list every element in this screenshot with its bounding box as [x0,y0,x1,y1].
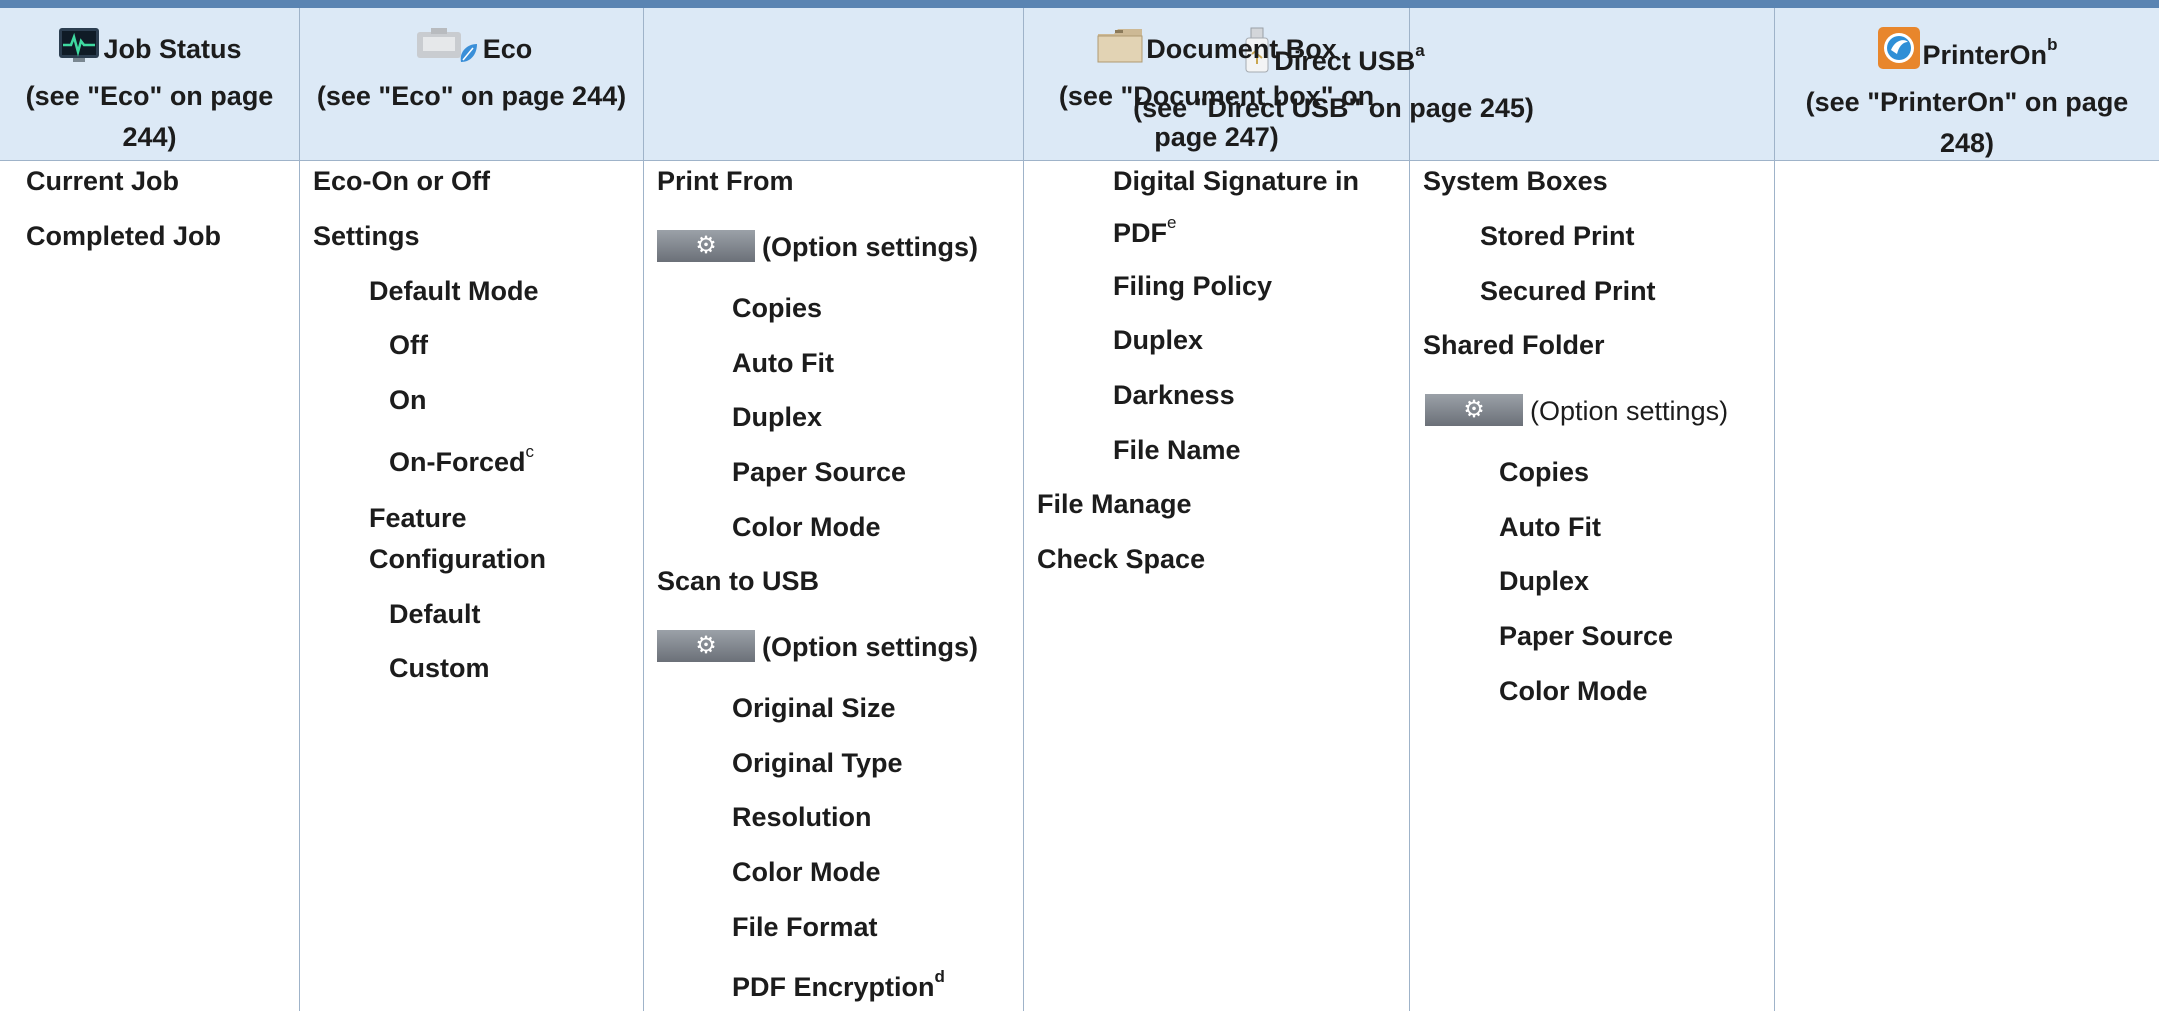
usb-darkness: Darkness [1113,380,1235,410]
usb-print-auto-fit: Auto Fit [732,348,834,378]
eco-mode-on: On [389,385,427,415]
usb-print-paper-source: Paper Source [732,457,907,487]
gear-settings-icon [657,230,755,262]
docbox-color-mode: Color Mode [1499,676,1648,706]
on-forced-footnote: c [525,442,535,461]
usb-scan-color-mode: Color Mode [732,857,881,887]
docbox-stored-print: Stored Print [1480,221,1635,251]
job-completed: Completed Job [26,221,222,251]
eco-title: Eco [482,34,533,64]
eco-mode-off: Off [389,330,428,360]
printeron-title: PrinterOn [1922,40,2048,70]
docbox-duplex: Duplex [1499,566,1590,596]
job-status-ref: (see "Eco" on page 244) [25,81,274,152]
eco-settings: Settings [313,221,420,251]
usb-digital-signature: Digital Signature in [1113,166,1360,196]
eco-on-off: Eco-On or Off [313,166,490,196]
document-box-title: Document Box [1146,34,1337,64]
header-eco: Eco (see "Eco" on page 244) [300,8,643,160]
eco-config-default: Default [389,599,481,629]
header-printeron: PrinterOnb (see "PrinterOn" on page 248) [1775,8,2159,160]
usb-scan-original-type: Original Type [732,748,903,778]
docbox-shared-folder: Shared Folder [1423,330,1605,360]
usb-scan-resolution: Resolution [732,802,872,832]
eco-config-custom: Custom [389,653,490,683]
usb-digital-signature-pdf: PDFe [1113,213,1177,248]
printeron-logo-icon [1877,26,1921,82]
eco-default-mode: Default Mode [369,276,539,306]
job-status-monitor-icon [57,26,101,76]
eco-feature: Feature [369,503,467,533]
usb-print-copies: Copies [732,293,823,323]
digital-signature-footnote: e [1167,213,1177,232]
usb-print-from: Print From [657,166,794,196]
docbox-option-settings: (Option settings) [1425,394,1728,428]
printeron-footnote: b [2047,35,2058,54]
top-rule [0,0,2159,8]
docbox-auto-fit: Auto Fit [1499,512,1601,542]
docbox-secured-print: Secured Print [1480,276,1656,306]
usb-print-duplex: Duplex [732,402,823,432]
usb-print-color-mode: Color Mode [732,512,881,542]
eco-ref: (see "Eco" on page 244) [316,81,627,111]
usb-print-option-settings: (Option settings) [657,230,978,264]
printeron-ref: (see "PrinterOn" on page 248) [1805,87,2129,158]
gear-settings-icon [1425,394,1523,426]
header-document-box: Document Box (see "Document box" on page… [1024,8,1409,160]
usb-duplex: Duplex [1113,325,1204,355]
job-status-title: Job Status [103,34,242,64]
gear-settings-icon [657,630,755,662]
usb-filing-policy: Filing Policy [1113,271,1273,301]
eco-configuration: Configuration [369,544,546,574]
usb-check-space: Check Space [1037,544,1206,574]
docbox-copies: Copies [1499,457,1590,487]
usb-scan-to-usb: Scan to USB [657,566,820,596]
folder-box-icon [1096,26,1144,76]
usb-scan-original-size: Original Size [732,693,896,723]
usb-scan-option-settings: (Option settings) [657,630,978,664]
eco-mode-on-forced: On-Forcedc [389,442,535,477]
job-current: Current Job [26,166,180,196]
document-box-ref: (see "Document box" on page 247) [1058,81,1375,152]
eco-leaf-icon [411,26,481,76]
docbox-paper-source: Paper Source [1499,621,1674,651]
docbox-system-boxes: System Boxes [1423,166,1608,196]
usb-scan-file-format: File Format [732,912,878,942]
usb-scan-pdf-encryption: PDF Encryptiond [732,967,945,1002]
direct-usb-footnote: a [1415,41,1425,60]
usb-file-manage: File Manage [1037,489,1192,519]
header-job-status: Job Status (see "Eco" on page 244) [0,8,299,160]
pdf-encryption-footnote: d [934,967,945,986]
usb-file-name: File Name [1113,435,1241,465]
